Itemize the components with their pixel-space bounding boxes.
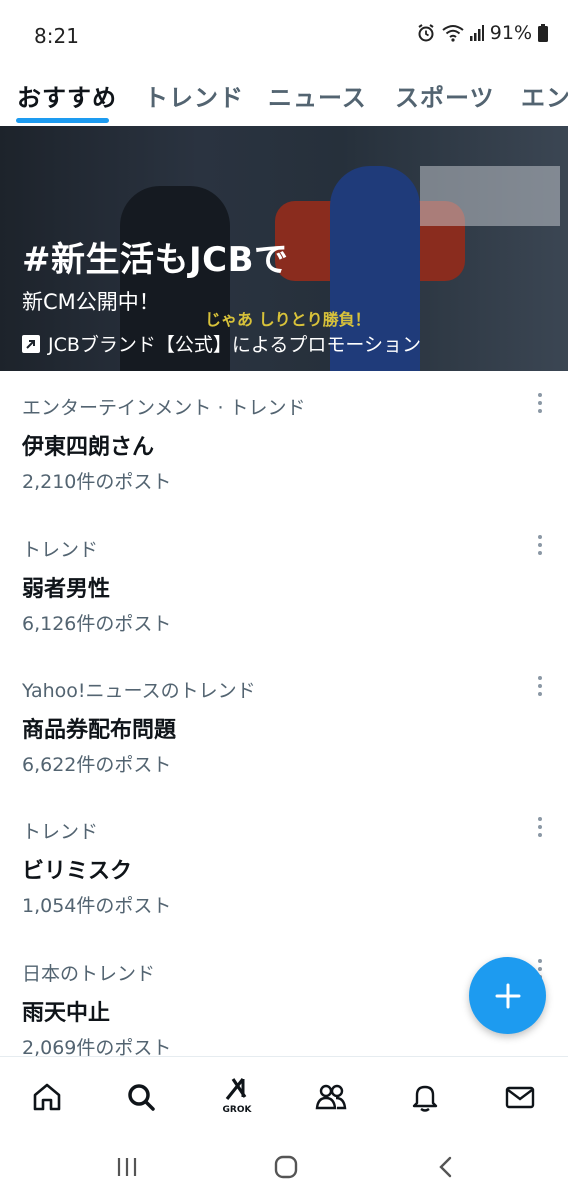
grok-label: GROK <box>222 1105 252 1115</box>
more-options-icon[interactable] <box>532 817 548 839</box>
external-link-icon <box>22 334 40 353</box>
trend-post-count: 2,069件のポスト <box>22 1037 172 1056</box>
active-tab-indicator <box>16 118 109 123</box>
trend-category: 日本のトレンド <box>22 963 156 985</box>
trend-item[interactable]: Yahoo!ニュースのトレンド 商品券配布問題 6,622件のポスト <box>0 654 568 796</box>
trend-name: 弱者男性 <box>22 577 111 602</box>
communities-icon[interactable] <box>309 1075 353 1119</box>
compose-button[interactable] <box>469 957 546 1034</box>
home-circle-icon[interactable] <box>271 1152 301 1182</box>
trend-category: トレンド <box>22 821 99 843</box>
wifi-icon <box>442 24 464 42</box>
notifications-icon[interactable] <box>403 1075 447 1119</box>
promo-video-caption: じゃあ しりとり勝負！ <box>205 310 371 329</box>
promo-subtitle: 新CM公開中！ <box>22 290 160 314</box>
trend-category: エンターテインメント · トレンド <box>22 397 306 419</box>
trend-item[interactable]: トレンド 弱者男性 6,126件のポスト <box>0 513 568 655</box>
signal-icon <box>469 25 484 41</box>
trend-post-count: 1,054件のポスト <box>22 895 172 917</box>
system-nav-bar <box>0 1134 568 1199</box>
trend-category: トレンド <box>22 539 99 561</box>
home-icon[interactable] <box>25 1075 69 1119</box>
status-bar: 8:21 91% <box>0 0 568 70</box>
trend-list: エンターテインメント · トレンド 伊東四朗さん 2,210件のポスト トレンド… <box>0 371 568 1056</box>
tab-entertainment[interactable]: エン <box>521 78 568 113</box>
more-options-icon[interactable] <box>532 676 548 698</box>
messages-icon[interactable] <box>498 1075 542 1119</box>
alarm-icon <box>416 23 436 43</box>
tab-recommended[interactable]: おすすめ <box>17 78 117 113</box>
promo-title: #新生活もJCBで <box>22 240 289 280</box>
battery-percent: 91% <box>489 22 532 44</box>
top-tabs: おすすめ トレンド ニュース スポーツ エン <box>0 70 568 126</box>
bottom-nav: GROK <box>0 1056 568 1134</box>
trend-name: ビリミスク <box>22 859 133 884</box>
grok-icon[interactable]: GROK <box>215 1075 259 1119</box>
battery-icon <box>538 24 548 42</box>
plus-icon <box>495 983 520 1008</box>
trend-category: Yahoo!ニュースのトレンド <box>22 680 256 702</box>
trend-name: 伊東四朗さん <box>22 435 155 460</box>
trend-post-count: 2,210件のポスト <box>22 471 172 493</box>
search-icon[interactable] <box>119 1075 163 1119</box>
promo-banner[interactable]: #新生活もJCBで 新CM公開中！ じゃあ しりとり勝負！ JCBブランド【公式… <box>0 126 568 371</box>
trend-name: 商品券配布問題 <box>22 718 177 743</box>
status-time: 8:21 <box>34 24 79 48</box>
trend-post-count: 6,622件のポスト <box>22 754 172 776</box>
more-options-icon[interactable] <box>532 393 548 415</box>
more-options-icon[interactable] <box>532 535 548 557</box>
back-icon[interactable] <box>431 1152 461 1182</box>
promo-source-label: JCBブランド【公式】によるプロモーション <box>48 334 421 356</box>
trend-item[interactable]: トレンド ビリミスク 1,054件のポスト <box>0 795 568 937</box>
trend-name: 雨天中止 <box>22 1001 111 1026</box>
tab-trending[interactable]: トレンド <box>144 78 244 113</box>
trend-post-count: 6,126件のポスト <box>22 613 172 635</box>
promo-source[interactable]: JCBブランド【公式】によるプロモーション <box>22 330 421 357</box>
tab-news[interactable]: ニュース <box>268 78 367 113</box>
promo-table <box>420 166 560 226</box>
tab-sports[interactable]: スポーツ <box>395 78 495 113</box>
status-icons: 91% <box>416 22 548 44</box>
trend-item[interactable]: エンターテインメント · トレンド 伊東四朗さん 2,210件のポスト <box>0 371 568 513</box>
recents-icon[interactable] <box>112 1152 142 1182</box>
